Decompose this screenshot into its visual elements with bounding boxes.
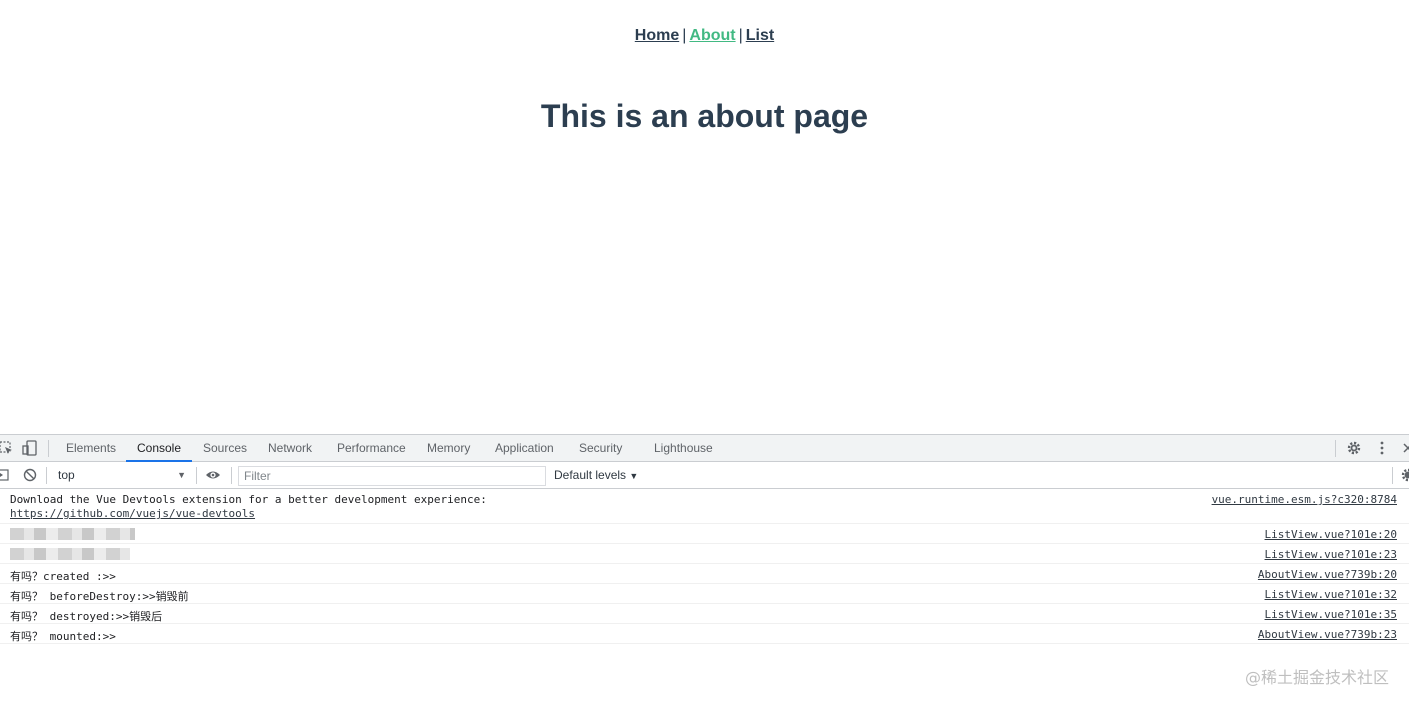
console-message: Download the Vue Devtools extension for … — [10, 493, 487, 506]
watermark: @稀土掘金技术社区 — [1244, 668, 1389, 687]
tab-application[interactable]: Application — [495, 435, 554, 462]
console-row: ListView.vue?101e:20 — [0, 524, 1409, 544]
console-source-link[interactable]: ListView.vue?101e:20 — [1265, 528, 1397, 541]
console-link[interactable]: https://github.com/vuejs/vue-devtools — [10, 507, 255, 520]
sidebar-icon[interactable] — [0, 467, 10, 483]
console-message: 有吗？ mounted:>> — [10, 630, 116, 643]
filter-input[interactable] — [238, 466, 546, 486]
redacted-message — [10, 548, 130, 560]
clear-icon[interactable] — [22, 467, 38, 483]
context-value: top — [58, 468, 75, 482]
context-select[interactable]: top ▼ — [52, 466, 192, 485]
tab-divider — [48, 440, 49, 457]
console-row: 有吗？ beforeDestroy:>>销毁前 ListView.vue?101… — [0, 584, 1409, 604]
console-output: Download the Vue Devtools extension for … — [0, 489, 1409, 644]
devtools-panel: Elements Console Sources Network Perform… — [0, 434, 1409, 706]
nav-separator: | — [738, 27, 743, 44]
more-icon[interactable] — [1374, 440, 1390, 456]
main-nav: Home | About | List — [0, 27, 1409, 45]
page-content: Home | About | List This is an about page — [0, 0, 1409, 434]
settings-icon[interactable] — [1346, 440, 1362, 456]
toolbar-divider — [46, 467, 47, 484]
tab-divider — [1335, 440, 1336, 457]
tab-network[interactable]: Network — [268, 435, 312, 462]
log-levels-label: Default levels — [554, 468, 627, 482]
eye-icon[interactable] — [205, 467, 221, 483]
page-heading: This is an about page — [540, 98, 869, 134]
log-levels-select[interactable]: Default levels ▼ — [554, 466, 638, 485]
nav-link-list[interactable]: List — [746, 27, 774, 44]
tab-elements[interactable]: Elements — [66, 435, 116, 462]
toolbar-divider — [231, 467, 232, 484]
console-source-link[interactable]: ListView.vue?101e:35 — [1265, 608, 1397, 621]
console-source-link[interactable]: ListView.vue?101e:23 — [1265, 548, 1397, 561]
toolbar-divider — [1392, 467, 1393, 484]
console-row: Download the Vue Devtools extension for … — [0, 489, 1409, 524]
console-message: 有吗？ destroyed:>>销毁后 — [10, 610, 163, 623]
console-source-link[interactable]: AboutView.vue?739b:23 — [1258, 628, 1397, 641]
tab-security[interactable]: Security — [579, 435, 622, 462]
nav-link-home[interactable]: Home — [635, 27, 679, 44]
chevron-down-icon: ▼ — [629, 471, 639, 481]
tab-lighthouse[interactable]: Lighthouse — [654, 435, 713, 462]
console-row: 有吗？ mounted:>> AboutView.vue?739b:23 — [0, 624, 1409, 644]
redacted-message — [10, 528, 135, 540]
console-row: 有吗？created :>> AboutView.vue?739b:20 — [0, 564, 1409, 584]
tab-console[interactable]: Console — [126, 435, 192, 462]
toolbar-divider — [196, 467, 197, 484]
console-row: 有吗？ destroyed:>>销毁后 ListView.vue?101e:35 — [0, 604, 1409, 624]
console-message: 有吗？created :>> — [10, 570, 116, 583]
tab-sources[interactable]: Sources — [203, 435, 247, 462]
console-message: 有吗？ beforeDestroy:>>销毁前 — [10, 590, 189, 603]
console-source-link[interactable]: AboutView.vue?739b:20 — [1258, 568, 1397, 581]
console-settings-icon[interactable] — [1400, 467, 1409, 483]
console-source-link[interactable]: vue.runtime.esm.js?c320:8784 — [1212, 493, 1397, 506]
nav-separator: | — [682, 27, 687, 44]
devtools-tab-bar: Elements Console Sources Network Perform… — [0, 435, 1409, 462]
nav-link-about[interactable]: About — [689, 27, 735, 44]
console-toolbar: top ▼ Default levels ▼ — [0, 462, 1409, 489]
tab-memory[interactable]: Memory — [427, 435, 470, 462]
tab-performance[interactable]: Performance — [337, 435, 406, 462]
chevron-down-icon: ▼ — [177, 470, 186, 480]
console-row: ListView.vue?101e:23 — [0, 544, 1409, 564]
console-source-link[interactable]: ListView.vue?101e:32 — [1265, 588, 1397, 601]
close-icon[interactable] — [1400, 440, 1409, 456]
inspect-icon[interactable] — [0, 440, 14, 456]
device-toggle-icon[interactable] — [22, 440, 38, 456]
